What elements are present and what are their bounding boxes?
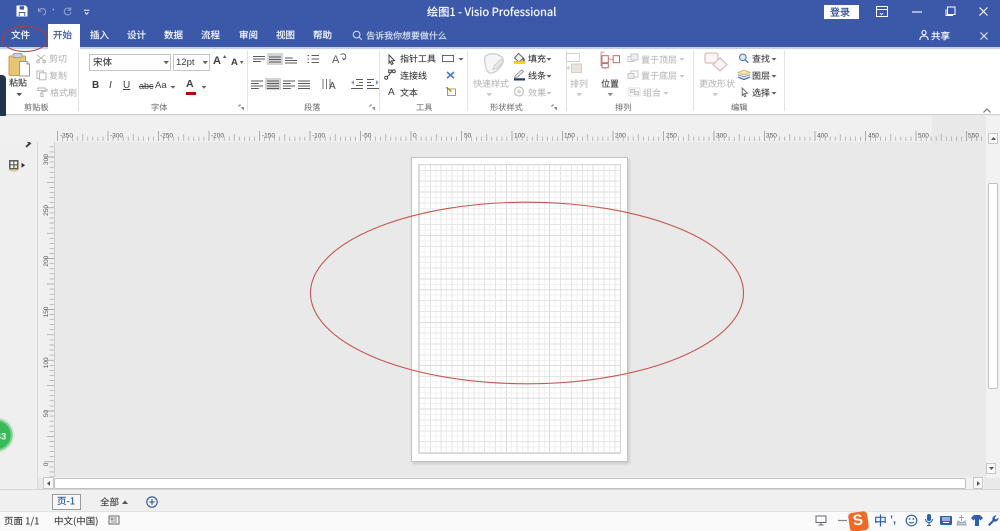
svg-text:100: 100 xyxy=(514,133,525,140)
svg-text:-50: -50 xyxy=(362,133,372,140)
svg-text:-250: -250 xyxy=(160,133,173,140)
svg-text:150: 150 xyxy=(43,306,50,317)
svg-text:50: 50 xyxy=(43,410,50,418)
svg-text:-200: -200 xyxy=(211,133,224,140)
svg-text:0: 0 xyxy=(413,133,417,140)
svg-text:100: 100 xyxy=(43,357,50,368)
svg-text:200: 200 xyxy=(43,255,50,266)
svg-text:350: 350 xyxy=(766,133,777,140)
svg-text:400: 400 xyxy=(817,133,828,140)
svg-text:300: 300 xyxy=(716,133,727,140)
svg-text:150: 150 xyxy=(564,133,575,140)
svg-text:500: 500 xyxy=(918,133,929,140)
svg-text:550: 550 xyxy=(968,133,979,140)
svg-text:43: 43 xyxy=(0,431,6,442)
svg-text:-100: -100 xyxy=(312,133,325,140)
svg-text:50: 50 xyxy=(464,133,472,140)
svg-text:250: 250 xyxy=(43,205,50,216)
svg-text:250: 250 xyxy=(666,133,677,140)
svg-text:A: A xyxy=(332,54,340,66)
svg-text:-300: -300 xyxy=(110,133,123,140)
svg-text:300: 300 xyxy=(43,154,50,165)
svg-text:450: 450 xyxy=(868,133,879,140)
svg-text:A: A xyxy=(329,81,336,92)
svg-text:-150: -150 xyxy=(262,133,275,140)
svg-text:-350: -350 xyxy=(60,133,73,140)
svg-text:0: 0 xyxy=(43,462,50,466)
svg-text:200: 200 xyxy=(615,133,626,140)
